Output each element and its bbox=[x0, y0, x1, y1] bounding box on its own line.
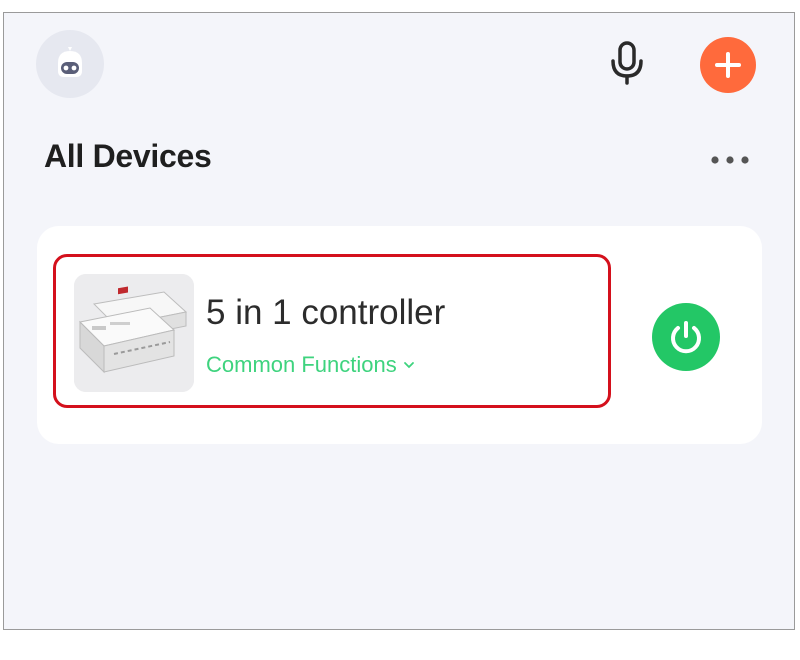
selection-highlight bbox=[53, 254, 611, 408]
avatar-button[interactable] bbox=[36, 30, 104, 98]
plus-icon bbox=[715, 52, 741, 78]
page-title: All Devices bbox=[44, 138, 212, 174]
voice-button[interactable] bbox=[602, 38, 652, 88]
power-button[interactable] bbox=[652, 303, 720, 371]
robot-avatar-icon bbox=[58, 47, 82, 77]
microphone-icon bbox=[611, 41, 643, 85]
power-icon bbox=[671, 321, 701, 354]
more-options-button[interactable] bbox=[700, 145, 760, 175]
more-horizontal-icon bbox=[711, 156, 749, 164]
add-device-button[interactable] bbox=[700, 37, 756, 93]
